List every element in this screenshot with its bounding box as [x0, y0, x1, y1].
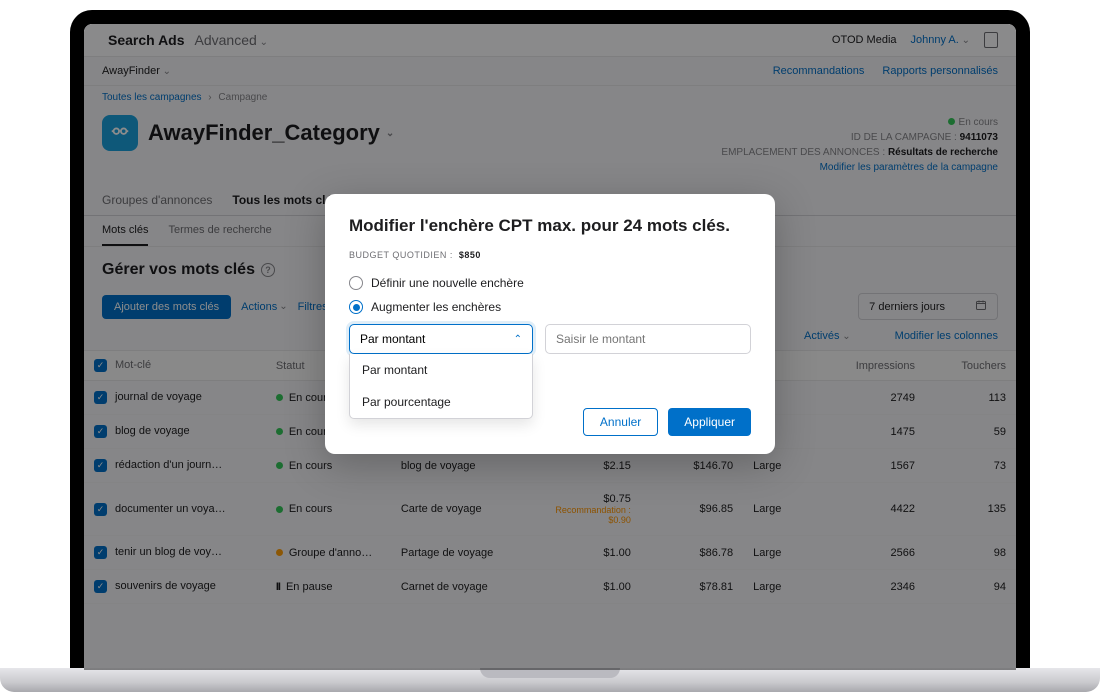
radio-off-icon — [349, 276, 363, 290]
radio-increase-label: Augmenter les enchères — [371, 300, 501, 314]
screen: Search Ads Advanced OTOD Media Johnny A.… — [84, 24, 1016, 670]
radio-increase-bids[interactable]: Augmenter les enchères — [349, 300, 751, 314]
option-by-amount[interactable]: Par montant — [350, 354, 532, 386]
budget-value: $850 — [459, 250, 481, 260]
option-by-percentage[interactable]: Par pourcentage — [350, 386, 532, 418]
edit-bid-modal: Modifier l'enchère CPT max. pour 24 mots… — [325, 194, 775, 454]
laptop-frame: Search Ads Advanced OTOD Media Johnny A.… — [70, 10, 1030, 670]
budget-label: BUDGET QUOTIDIEN : — [349, 250, 453, 260]
radio-on-icon — [349, 300, 363, 314]
increase-mode-dropdown: Par montant Par pourcentage — [349, 354, 533, 419]
laptop-base — [0, 668, 1100, 692]
radio-define-label: Définir une nouvelle enchère — [371, 276, 524, 290]
modal-title: Modifier l'enchère CPT max. pour 24 mots… — [349, 216, 751, 236]
cancel-button[interactable]: Annuler — [583, 408, 658, 436]
increase-mode-select[interactable]: Par montant ⌃ — [349, 324, 533, 354]
apply-button[interactable]: Appliquer — [668, 408, 751, 436]
radio-define-new-bid[interactable]: Définir une nouvelle enchère — [349, 276, 751, 290]
select-value: Par montant — [360, 332, 425, 346]
chevron-up-icon: ⌃ — [514, 334, 522, 345]
amount-input[interactable] — [545, 324, 751, 354]
